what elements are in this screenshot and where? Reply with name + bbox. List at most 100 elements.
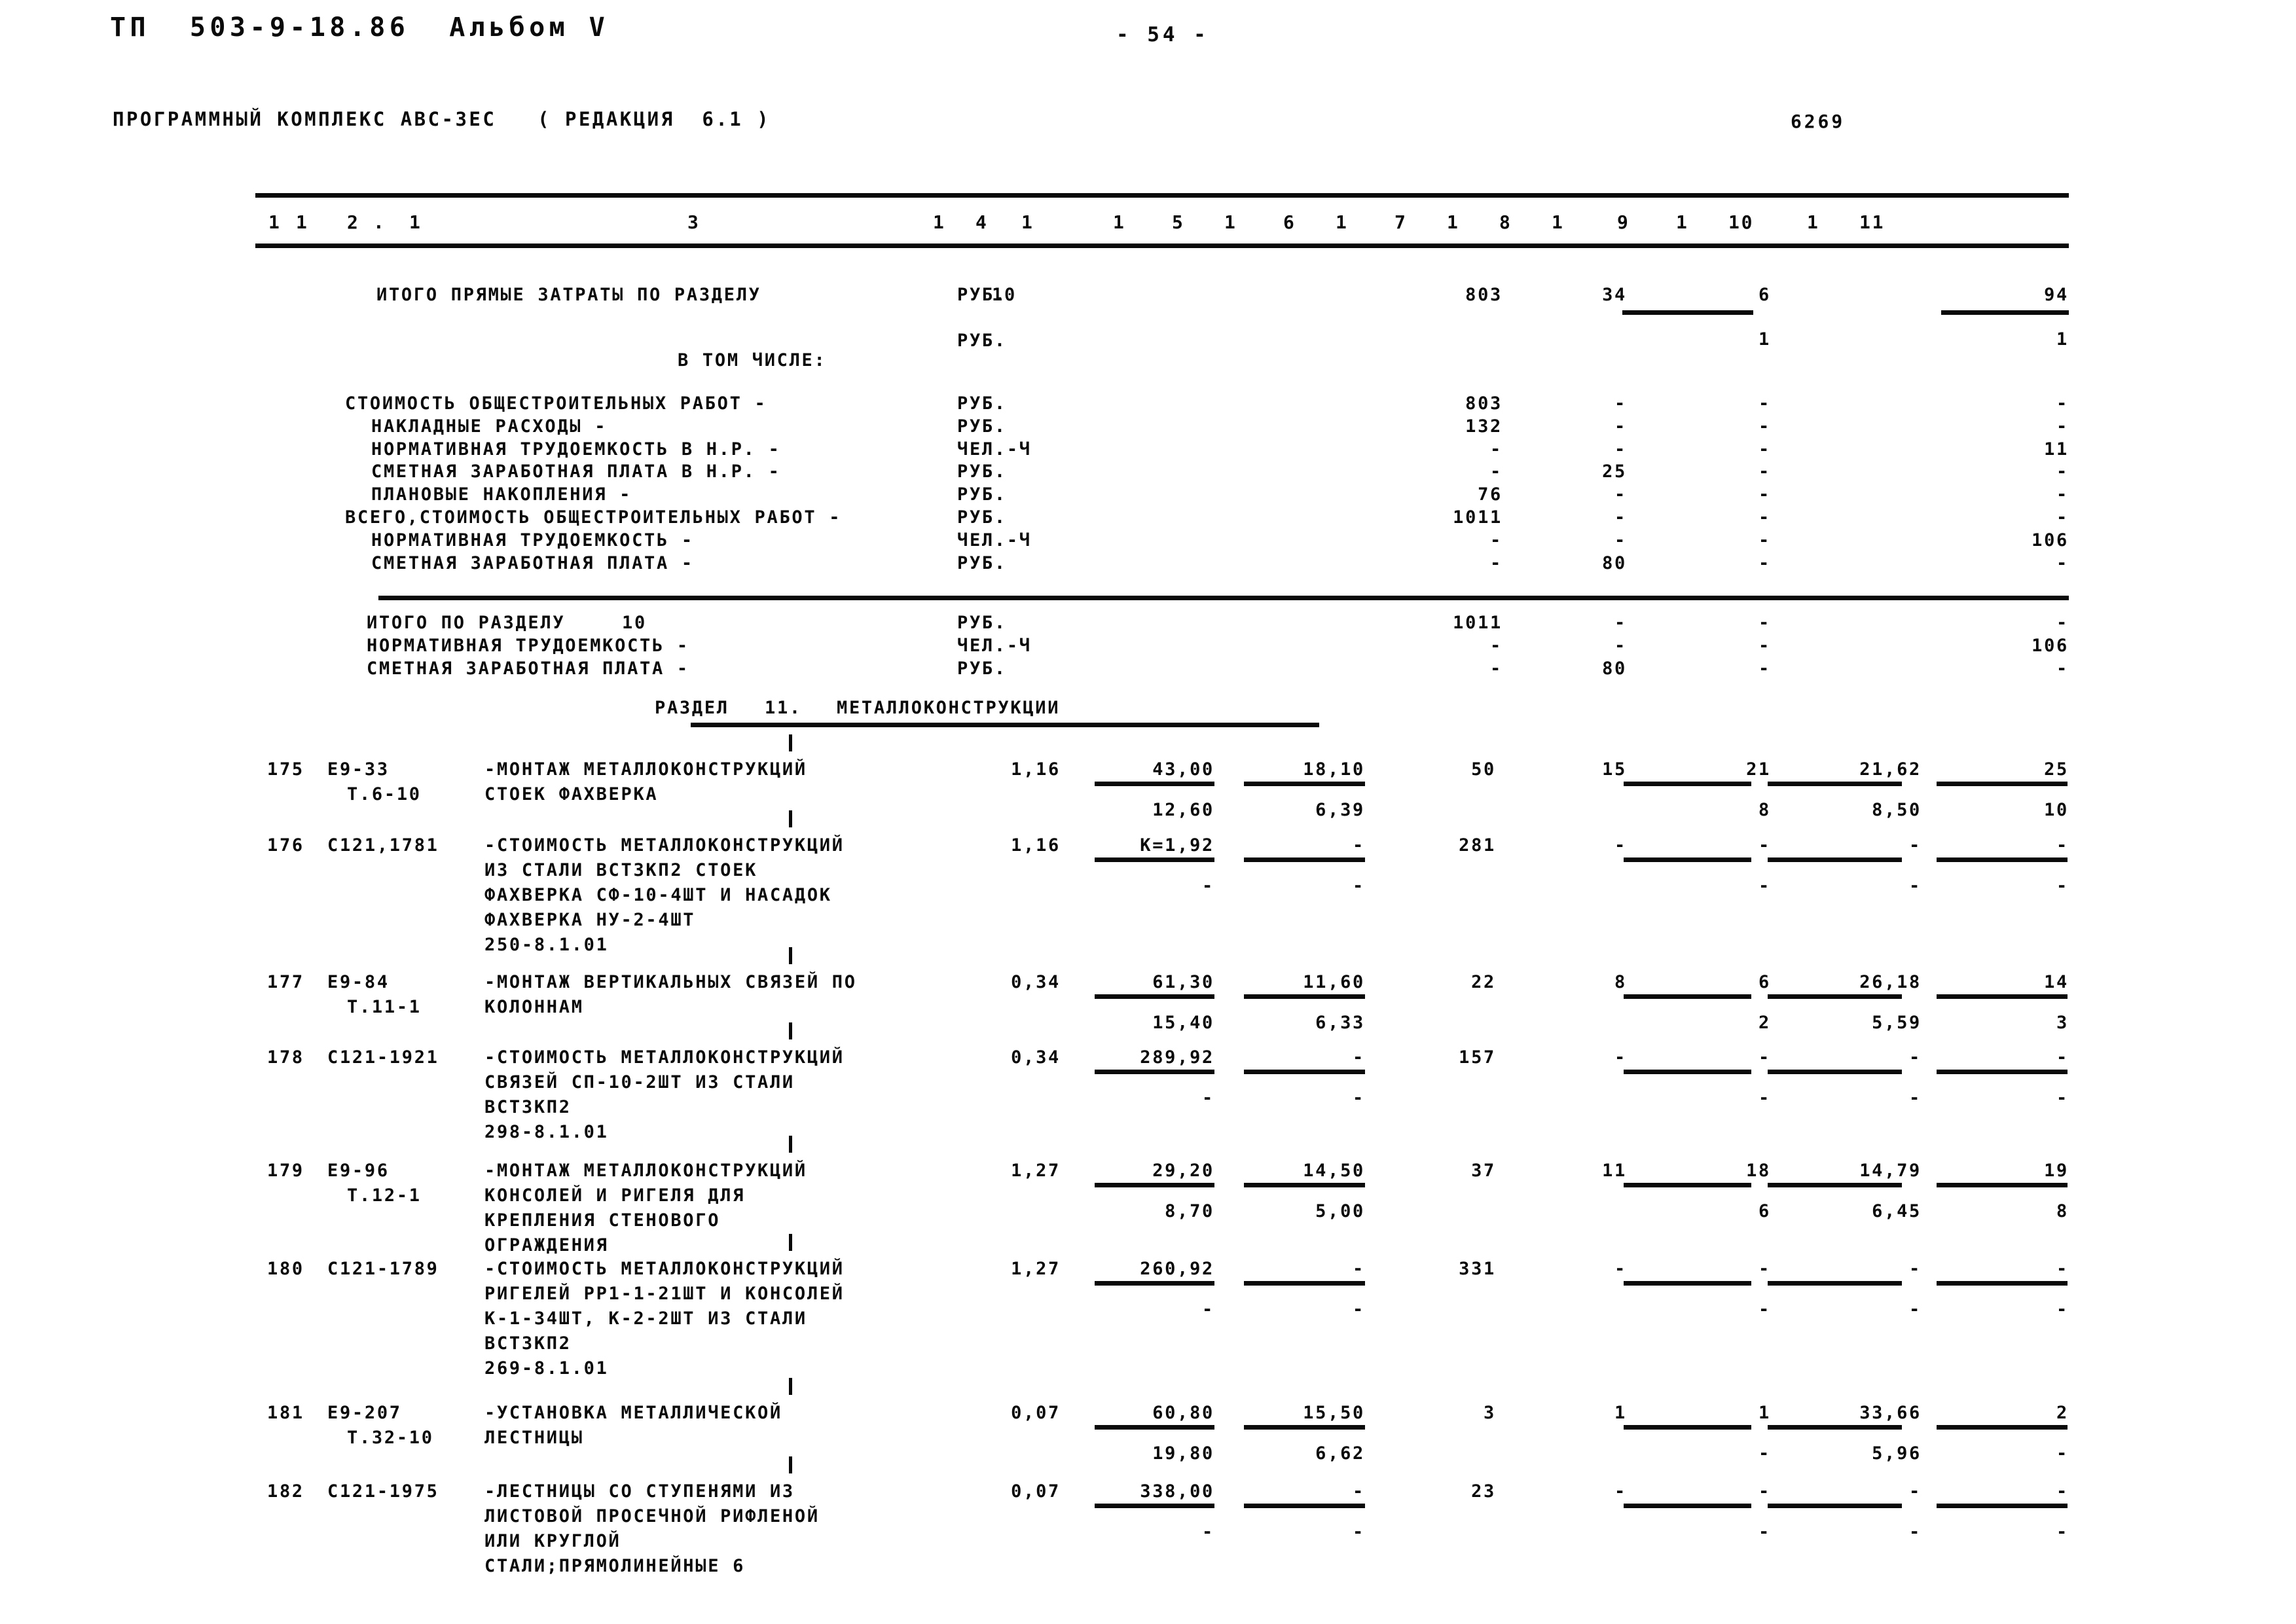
item-c6-0: 18,10 — [1303, 759, 1365, 780]
summary-row-c8-1: - — [1614, 416, 1627, 437]
item-desc-5-1: РИГЕЛЕЙ РР1-1-21ШТ И КОНСОЛЕЙ — [484, 1284, 845, 1304]
item-dash-c10-0 — [1768, 780, 1902, 788]
item-dash-c11-4 — [1937, 1182, 2068, 1189]
item-c9-3: - — [1758, 1047, 1771, 1068]
item-desc-2-1: КОЛОННАМ — [484, 997, 584, 1017]
item-code-primary-3: С121-1921 — [327, 1047, 439, 1068]
item-desc-0-0: -МОНТАЖ МЕТАЛЛОКОНСТРУКЦИЙ — [484, 759, 807, 780]
item-c10-4: 14,79 — [1859, 1161, 1922, 1181]
item-dash-c6-7 — [1244, 1502, 1365, 1510]
item-desc-7-2: ИЛИ КРУГЛОЙ — [484, 1531, 621, 1551]
item-c4-2: 0,34 — [1011, 972, 1061, 992]
item-sub-c5-3: - — [1202, 1088, 1214, 1108]
total-direct-c7: 803 — [1465, 285, 1503, 305]
item-number-3: 178 — [267, 1047, 304, 1068]
item-c7-4: 37 — [1471, 1161, 1496, 1181]
item-c11-1: - — [2056, 835, 2069, 856]
item-sub-c9-2: 2 — [1758, 1013, 1771, 1033]
section-total-unit-1: ЧЕЛ.-Ч — [957, 636, 1032, 656]
summary-row-c8-6: - — [1614, 530, 1627, 550]
item-dash-c11-7 — [1937, 1502, 2068, 1510]
summary-row-unit-1: РУБ. — [957, 416, 1007, 437]
item-desc-3-2: ВСТ3КП2 — [484, 1097, 572, 1117]
item-c6-3: - — [1353, 1047, 1365, 1068]
summary-row-c7-6: - — [1490, 530, 1503, 550]
item-sub-c9-5: - — [1758, 1299, 1771, 1320]
item-sub-c11-4: 8 — [2056, 1201, 2069, 1221]
item-c6-7: - — [1353, 1481, 1365, 1502]
column-header-18: 9 — [1617, 211, 1630, 233]
summary-row-label-2: НОРМАТИВНАЯ ТРУДОЕМКОСТЬ В Н.Р. - — [371, 439, 781, 460]
item-dash-c11-2 — [1937, 993, 2068, 1001]
column-header-1: 1 — [296, 211, 309, 233]
item-number-1: 176 — [267, 835, 304, 856]
item-number-2: 177 — [267, 972, 304, 992]
item-c11-5: - — [2056, 1259, 2069, 1279]
item-desc-5-0: -СТОИМОСТЬ МЕТАЛЛОКОНСТРУКЦИЙ — [484, 1259, 845, 1279]
section-total-c7-0: 1011 — [1453, 613, 1503, 633]
item-sub-c6-1: - — [1353, 876, 1365, 896]
item-c7-7: 23 — [1471, 1481, 1496, 1502]
item-c10-6: 33,66 — [1859, 1403, 1922, 1423]
summary-row-c9-5: - — [1758, 507, 1771, 528]
total-direct-dash-c9 — [1622, 309, 1753, 317]
section-total-c8-0: - — [1614, 613, 1627, 633]
summary-row-unit-4: РУБ. — [957, 484, 1007, 505]
item-c10-3: - — [1909, 1047, 1922, 1068]
item-c7-5: 331 — [1459, 1259, 1496, 1279]
item-dash-c6-2 — [1244, 993, 1365, 1001]
row-marker-tick-4 — [789, 1136, 792, 1153]
column-header-8: 1 — [1021, 211, 1034, 233]
summary-row-c9-3: - — [1758, 461, 1771, 482]
item-dash-c6-4 — [1244, 1182, 1365, 1189]
item-c8-0: 15 — [1602, 759, 1627, 780]
item-dash-c6-0 — [1244, 780, 1365, 788]
summary-row-c9-4: - — [1758, 484, 1771, 505]
summary-row-c9-6: - — [1758, 530, 1771, 550]
item-code-primary-4: Е9-96 — [327, 1161, 390, 1181]
item-sub-c5-7: - — [1202, 1522, 1214, 1542]
summary-row-c11-3: - — [2056, 461, 2069, 482]
item-c7-0: 50 — [1471, 759, 1496, 780]
row-marker-tick-2 — [789, 947, 792, 964]
page-number: - 54 - — [1116, 23, 1209, 46]
item-c5-6: 60,80 — [1152, 1403, 1214, 1423]
item-c7-6: 3 — [1484, 1403, 1496, 1423]
item-desc-5-3: ВСТ3КП2 — [484, 1333, 572, 1354]
item-dash-c10-6 — [1768, 1424, 1902, 1432]
item-sub-c9-6: - — [1758, 1443, 1771, 1464]
item-c11-4: 19 — [2044, 1161, 2069, 1181]
item-desc-1-4: 250-8.1.01 — [484, 935, 609, 955]
item-c9-6: 1 — [1758, 1403, 1771, 1423]
summary-row-c11-4: - — [2056, 484, 2069, 505]
summary-row-unit-5: РУБ. — [957, 507, 1007, 528]
item-sub-c5-4: 8,70 — [1165, 1201, 1214, 1221]
item-c11-7: - — [2056, 1481, 2069, 1502]
item-desc-2-0: -МОНТАЖ ВЕРТИКАЛЬНЫХ СВЯЗЕЙ ПО — [484, 972, 857, 992]
item-sub-c11-1: - — [2056, 876, 2069, 896]
item-desc-1-1: ИЗ СТАЛИ ВСТ3КП2 СТОЕК — [484, 860, 758, 880]
column-header-12: 6 — [1283, 211, 1296, 233]
summary-row-c9-7: - — [1758, 553, 1771, 573]
item-desc-0-1: СТОЕК ФАХВЕРКА — [484, 784, 659, 804]
item-sub-c6-3: - — [1353, 1088, 1365, 1108]
item-code-primary-5: С121-1789 — [327, 1259, 439, 1279]
item-sub-c6-4: 5,00 — [1315, 1201, 1365, 1221]
summary-row-c7-1: 132 — [1465, 416, 1503, 437]
item-sub-c9-3: - — [1758, 1088, 1771, 1108]
item-sub-c9-1: - — [1758, 876, 1771, 896]
item-c11-0: 25 — [2044, 759, 2069, 780]
item-sub-c10-7: - — [1909, 1522, 1922, 1542]
item-dash-c11-1 — [1937, 856, 2068, 864]
item-c5-2: 61,30 — [1152, 972, 1214, 992]
item-sub-c9-4: 6 — [1758, 1201, 1771, 1221]
summary-row-c11-0: - — [2056, 393, 2069, 414]
section-total-unit-0: РУБ. — [957, 613, 1007, 633]
item-sub-c10-0: 8,50 — [1872, 800, 1922, 820]
section-title-label: РАЗДЕЛ — [655, 698, 729, 718]
item-dash-c10-4 — [1768, 1182, 1902, 1189]
item-c4-7: 0,07 — [1011, 1481, 1061, 1502]
item-c8-3: - — [1614, 1047, 1627, 1068]
item-code-primary-2: Е9-84 — [327, 972, 390, 992]
item-c5-3: 289,92 — [1140, 1047, 1214, 1068]
